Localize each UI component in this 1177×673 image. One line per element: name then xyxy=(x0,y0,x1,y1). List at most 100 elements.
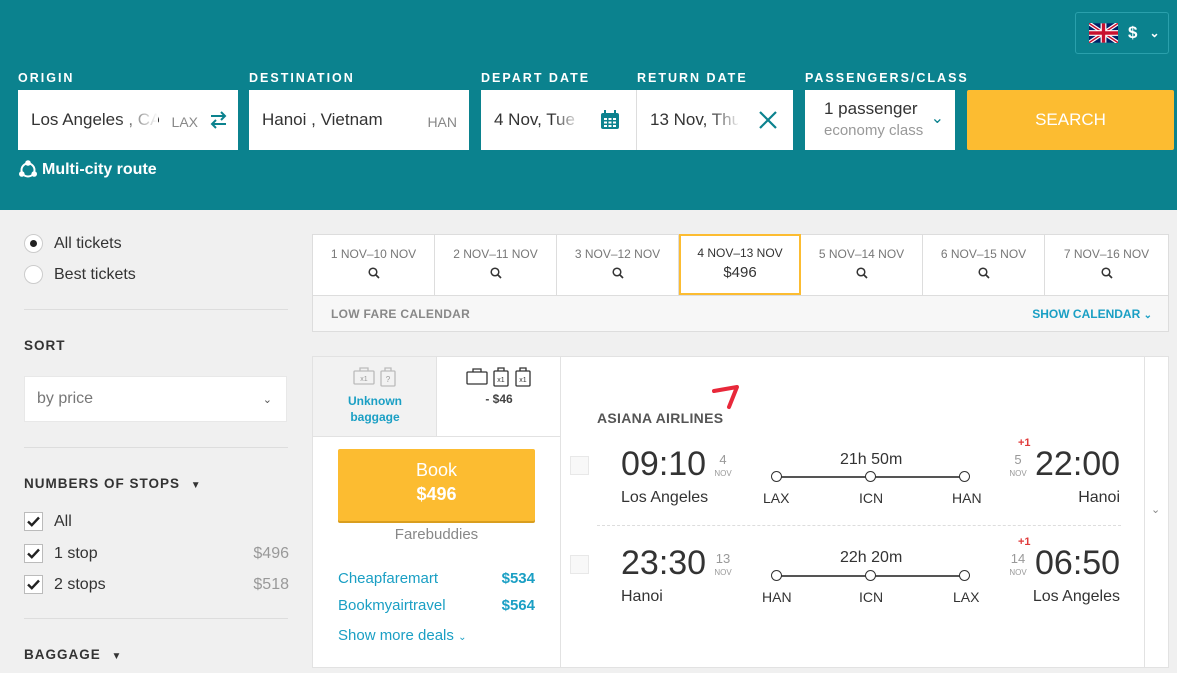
checkbox-checked xyxy=(24,544,43,563)
depart-day: 13 xyxy=(715,551,731,566)
leg-checkbox[interactable] xyxy=(570,456,589,475)
origin-code: LAX xyxy=(171,114,198,130)
arrive-date: 5 NOV xyxy=(1008,452,1028,478)
leg-checkbox[interactable] xyxy=(570,555,589,574)
stops-option-price: $496 xyxy=(253,544,289,562)
divider xyxy=(24,309,288,310)
date-range-cell[interactable]: 2 NOV–11 NOV xyxy=(435,235,557,295)
arrive-city: Los Angeles xyxy=(1032,588,1120,605)
leg-separator xyxy=(597,525,1121,526)
arrive-time: 22:00 xyxy=(1035,445,1121,483)
duration: 22h 20m xyxy=(840,549,903,566)
destination-field[interactable]: Hanoi , Vietnam HAN xyxy=(249,90,469,150)
checkmark-icon xyxy=(27,516,40,527)
next-day-badge: +1 xyxy=(1018,536,1031,548)
date-range-cell[interactable]: 1 NOV–10 NOV xyxy=(313,235,435,295)
depart-month: NOV xyxy=(714,469,732,478)
date-range-label: 2 NOV–11 NOV xyxy=(453,247,538,261)
stop-dot xyxy=(771,471,782,482)
deal-row[interactable]: Cheapfaremart $534 xyxy=(338,570,535,587)
currency-selector[interactable]: $ ⌄ xyxy=(1075,12,1169,54)
arrive-day: 14 xyxy=(1010,551,1026,566)
chevron-down-icon: ⌄ xyxy=(930,110,944,127)
date-range-cell[interactable]: 6 NOV–15 NOV xyxy=(923,235,1045,295)
airport-code: HAN xyxy=(762,589,792,605)
chevron-down-icon: ⌄ xyxy=(1143,310,1152,321)
arrive-month: NOV xyxy=(1009,568,1027,577)
multi-city-label: Multi-city route xyxy=(42,161,157,178)
arrive-day: 5 xyxy=(1014,452,1022,467)
carry-on-bag-icon: x1 xyxy=(493,367,509,387)
stop-dot xyxy=(771,570,782,581)
show-more-label: Show more deals xyxy=(338,627,454,644)
sort-value: by price xyxy=(37,390,94,407)
search-button[interactable]: SEARCH xyxy=(967,90,1174,150)
divider xyxy=(24,618,288,619)
date-range-cell[interactable]: 3 NOV–12 NOV xyxy=(557,235,679,295)
caret-down-icon: ▼ xyxy=(111,651,123,662)
checkmark-icon xyxy=(27,579,40,590)
airline-name: ASIANA AIRLINES xyxy=(597,410,724,426)
swap-icon[interactable] xyxy=(209,111,228,129)
checked-bag-unknown-icon: ? xyxy=(379,367,396,387)
baggage-title-label: BAGGAGE xyxy=(24,647,101,662)
destination-value: Hanoi , Vietnam xyxy=(262,110,383,129)
return-date-field[interactable]: 13 Nov, Thu xyxy=(637,90,793,150)
show-calendar-link[interactable]: SHOW CALENDAR ⌄ xyxy=(1032,307,1152,321)
depart-city: Los Angeles xyxy=(621,489,709,506)
baggage-tab-paid[interactable]: x1 x1 - $46 xyxy=(437,357,561,437)
all-tickets-radio[interactable]: All tickets xyxy=(24,234,122,253)
cabin-class: economy class xyxy=(824,122,924,139)
book-button[interactable]: Book $496 xyxy=(338,449,535,521)
origin-field[interactable]: Los Angeles , CA LAX xyxy=(18,90,238,150)
destination-label: DESTINATION xyxy=(249,71,355,85)
passengers-field[interactable]: 1 passenger economy class ⌄ xyxy=(805,90,955,150)
svg-text:x1: x1 xyxy=(519,377,527,384)
passengers-label: PASSENGERS/CLASS xyxy=(805,71,969,85)
search-icon xyxy=(1100,267,1113,279)
expand-details-icon[interactable]: ⌄ xyxy=(1151,503,1160,516)
show-calendar-label: SHOW CALENDAR xyxy=(1032,307,1141,321)
search-icon xyxy=(489,267,502,279)
stops-option-label: 2 stops xyxy=(54,575,106,593)
airport-code: LAX xyxy=(763,490,790,506)
stop-dot xyxy=(865,471,876,482)
airport-code: HAN xyxy=(952,490,982,506)
annotation-mark xyxy=(712,385,739,409)
radio-label: All tickets xyxy=(54,234,122,252)
best-tickets-radio[interactable]: Best tickets xyxy=(24,265,136,284)
date-range-cell-selected[interactable]: 4 NOV–13 NOV $496 xyxy=(679,234,801,295)
stops-option-2-stops[interactable]: 2 stops $518 xyxy=(24,575,289,594)
baggage-tab-unknown[interactable]: x1 ? Unknown baggage xyxy=(313,357,437,437)
passenger-count: 1 passenger xyxy=(824,99,918,118)
depart-date-field[interactable]: 4 Nov, Tue xyxy=(481,90,636,150)
low-fare-calendar-label: LOW FARE CALENDAR xyxy=(331,307,471,321)
depart-date: 4 NOV xyxy=(713,452,733,478)
clear-date-icon[interactable] xyxy=(759,111,777,129)
airport-code: ICN xyxy=(859,589,884,605)
stops-option-price: $518 xyxy=(253,575,289,593)
multi-city-link[interactable]: Multi-city route xyxy=(18,160,157,180)
deal-agent-link[interactable]: Bookmyairtravel xyxy=(338,597,446,614)
sort-select[interactable]: by price ⌄ xyxy=(24,376,287,422)
arrive-month: NOV xyxy=(1009,469,1027,478)
stops-option-1-stop[interactable]: 1 stop $496 xyxy=(24,544,289,563)
date-range-label: 7 NOV–16 NOV xyxy=(1063,247,1150,261)
date-range-label: 6 NOV–15 NOV xyxy=(940,247,1027,261)
deal-price: $534 xyxy=(501,570,535,587)
stops-filter-title[interactable]: NUMBERS OF STOPS ▼ xyxy=(24,476,202,491)
search-header: $ ⌄ ORIGIN DESTINATION DEPART DATE RETUR… xyxy=(0,0,1177,210)
depart-time: 23:30 xyxy=(621,544,707,582)
duration: 21h 50m xyxy=(840,451,903,468)
calendar-icon[interactable] xyxy=(600,110,620,130)
deal-agent-link[interactable]: Cheapfaremart xyxy=(338,570,438,587)
stops-option-all[interactable]: All xyxy=(24,512,289,531)
show-more-deals-link[interactable]: Show more deals ⌄ xyxy=(338,627,466,644)
date-range-cell[interactable]: 5 NOV–14 NOV xyxy=(801,235,923,295)
uk-flag-icon xyxy=(1089,23,1118,43)
baggage-filter-title[interactable]: BAGGAGE ▼ xyxy=(24,647,122,662)
deal-row[interactable]: Bookmyairtravel $564 xyxy=(338,597,535,614)
date-range-cell[interactable]: 7 NOV–16 NOV xyxy=(1045,235,1168,295)
search-icon xyxy=(855,267,868,279)
date-range-label: 5 NOV–14 NOV xyxy=(818,247,905,261)
